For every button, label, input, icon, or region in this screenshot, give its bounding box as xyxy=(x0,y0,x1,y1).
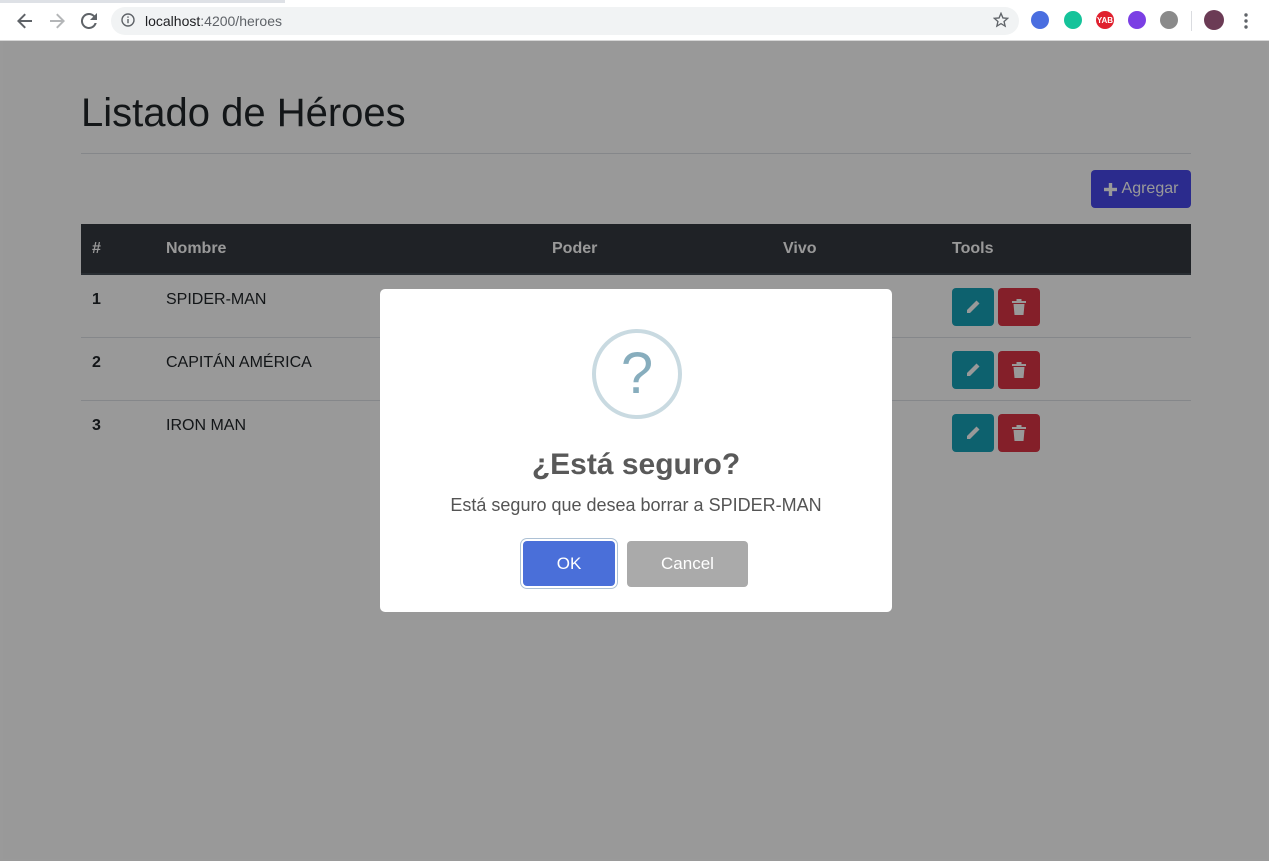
arrow-left-icon xyxy=(17,13,32,29)
url-host: localhost xyxy=(145,13,201,29)
yab-icon[interactable]: YAB xyxy=(1096,11,1114,29)
browser-toolbar: localhost:4200/heroes YAB xyxy=(0,0,1269,41)
check-extension-icon[interactable] xyxy=(1128,11,1146,29)
toolbar-divider xyxy=(1191,11,1192,31)
forward-button[interactable] xyxy=(44,8,70,34)
address-bar[interactable]: localhost:4200/heroes xyxy=(111,7,1019,35)
question-icon: ? xyxy=(592,329,682,419)
dialog-title: ¿Está seguro? xyxy=(531,448,741,481)
dialog-message: Está seguro que desea borrar a SPIDER-MA… xyxy=(450,495,822,515)
info-icon[interactable] xyxy=(121,13,135,32)
bookmark-star-icon[interactable] xyxy=(992,11,1010,33)
url-path: :4200/heroes xyxy=(200,13,282,29)
reload-icon xyxy=(81,13,97,29)
more-vertical-icon xyxy=(1244,13,1248,29)
reload-button[interactable] xyxy=(76,8,102,34)
profile-avatar[interactable] xyxy=(1204,10,1224,30)
translate-icon[interactable] xyxy=(1031,11,1049,29)
cancel-button[interactable]: Cancel xyxy=(627,541,748,587)
back-button[interactable] xyxy=(12,8,38,34)
menu-button[interactable] xyxy=(1233,8,1259,34)
grammarly-icon[interactable] xyxy=(1064,11,1082,29)
confirm-dialog: ? ¿Está seguro? Está seguro que desea bo… xyxy=(380,289,892,612)
ok-button[interactable]: OK xyxy=(523,541,615,586)
tab-strip xyxy=(0,0,285,3)
arrow-right-icon xyxy=(50,13,65,29)
link-extension-icon[interactable] xyxy=(1160,11,1178,29)
url-text[interactable]: localhost:4200/heroes xyxy=(145,13,282,29)
